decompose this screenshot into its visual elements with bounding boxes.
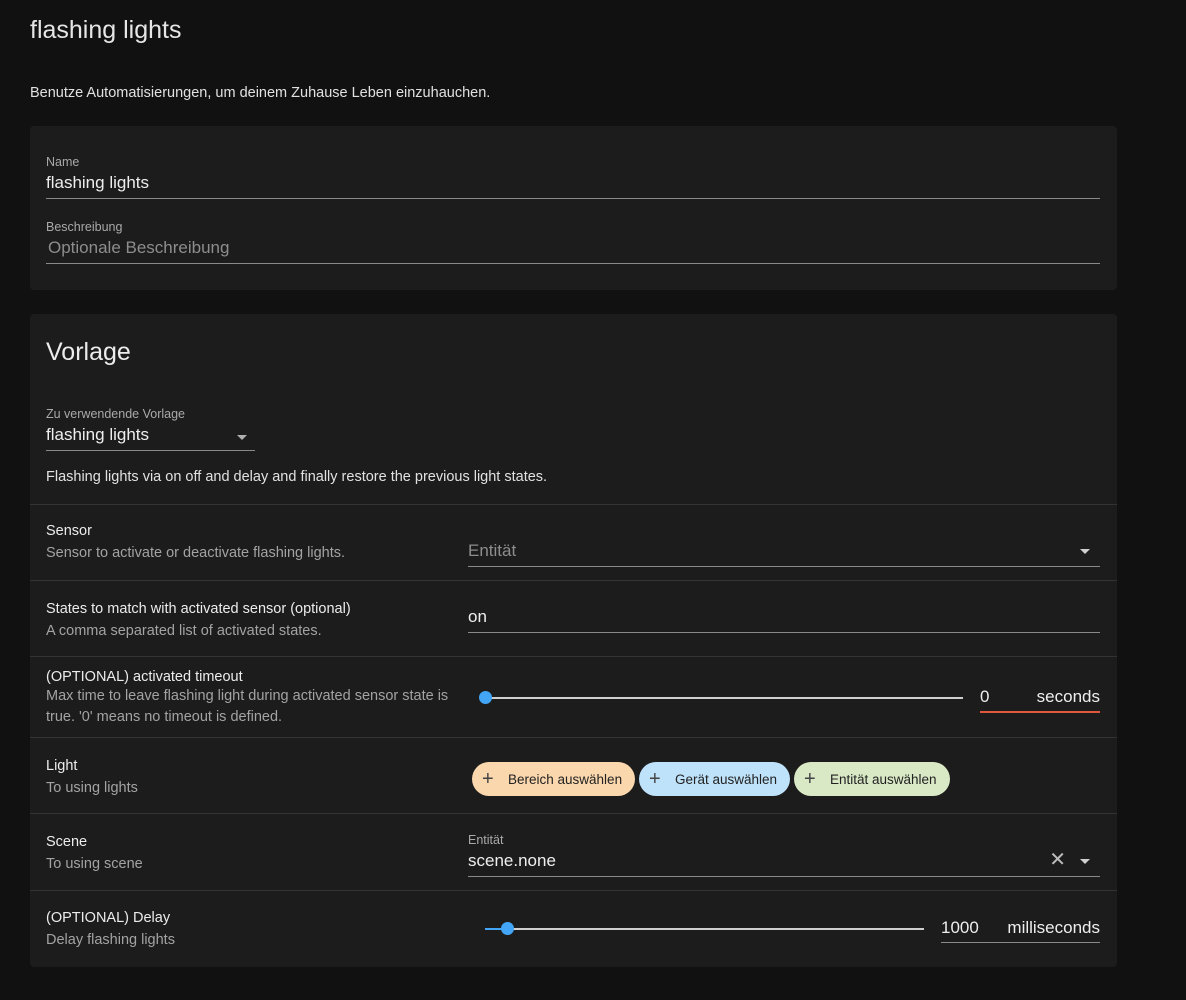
timeout-value[interactable]: 0: [980, 687, 989, 707]
page-title: flashing lights: [30, 16, 182, 44]
description-label: Beschreibung: [46, 220, 123, 234]
light-title: Light: [46, 758, 78, 774]
choose-area-chip[interactable]: + Bereich auswählen: [472, 762, 636, 796]
timeout-slider-thumb[interactable]: [479, 691, 492, 704]
timeout-number-field[interactable]: 0 seconds: [980, 687, 1100, 713]
sensor-title: Sensor: [46, 523, 92, 539]
choose-entity-chip[interactable]: + Entität auswählen: [794, 762, 950, 796]
delay-slider-track[interactable]: [485, 928, 924, 930]
scene-subtitle: To using scene: [46, 856, 143, 872]
plus-icon: +: [482, 768, 494, 790]
delay-unit: milliseconds: [1007, 918, 1100, 937]
blueprint-card: Vorlage Zu verwendende Vorlage flashing …: [30, 314, 1117, 967]
blueprint-select-value[interactable]: flashing lights: [46, 425, 255, 451]
scene-entity-input[interactable]: scene.none ✕: [468, 850, 1100, 877]
input-row-timeout: (OPTIONAL) activated timeout Max time to…: [30, 656, 1117, 737]
input-row-scene: Scene To using scene Entität scene.none …: [30, 813, 1117, 890]
blueprint-section-title: Vorlage: [46, 338, 131, 366]
blueprint-description: Flashing lights via on off and delay and…: [46, 469, 548, 485]
input-row-delay: (OPTIONAL) Delay Delay flashing lights 1…: [30, 890, 1117, 967]
blueprint-select[interactable]: Zu verwendende Vorlage flashing lights: [46, 407, 255, 451]
scene-title: Scene: [46, 834, 88, 850]
plus-icon: +: [804, 768, 816, 790]
scene-label: Entität: [468, 833, 504, 847]
plus-icon: +: [649, 768, 661, 790]
chevron-down-icon[interactable]: [1080, 859, 1090, 864]
name-field[interactable]: Name flashing lights: [46, 155, 1100, 199]
states-title: States to match with activated sensor (o…: [46, 601, 351, 617]
choose-device-chip[interactable]: + Gerät auswählen: [639, 762, 791, 796]
description-field[interactable]: Beschreibung Optionale Beschreibung: [46, 220, 1100, 264]
choose-device-label: Gerät auswählen: [675, 771, 778, 787]
choose-area-label: Bereich auswählen: [508, 771, 623, 787]
blueprint-select-text: flashing lights: [46, 425, 150, 444]
chevron-down-icon[interactable]: [1080, 549, 1090, 554]
sensor-entity-placeholder: Entität: [468, 541, 517, 560]
states-subtitle: A comma separated list of activated stat…: [46, 623, 322, 639]
delay-subtitle: Delay flashing lights: [46, 932, 175, 948]
sensor-subtitle: Sensor to activate or deactivate flashin…: [46, 545, 346, 561]
close-icon[interactable]: ✕: [1049, 850, 1066, 870]
timeout-slider-track[interactable]: [485, 697, 963, 699]
name-input[interactable]: flashing lights: [46, 173, 1100, 199]
timeout-unit: seconds: [1036, 687, 1100, 706]
blueprint-select-label: Zu verwendende Vorlage: [46, 407, 185, 421]
choose-entity-label: Entität auswählen: [830, 771, 937, 787]
sensor-entity-picker[interactable]: Entität: [468, 541, 1100, 567]
delay-number-field[interactable]: 1000 milliseconds: [941, 918, 1100, 943]
name-label: Name: [46, 155, 80, 169]
scene-value: scene.none: [468, 851, 556, 870]
sensor-entity-input[interactable]: Entität: [468, 541, 1100, 567]
light-subtitle: To using lights: [46, 780, 138, 796]
scene-entity-picker[interactable]: Entität scene.none ✕: [468, 833, 1100, 877]
intro-text: Benutze Automatisierungen, um deinem Zuh…: [30, 85, 491, 101]
delay-slider-thumb[interactable]: [500, 922, 514, 935]
timeout-title: (OPTIONAL) activated timeout: [46, 669, 243, 685]
input-row-states: States to match with activated sensor (o…: [30, 580, 1117, 656]
states-text-field[interactable]: on: [468, 607, 1100, 633]
delay-title: (OPTIONAL) Delay: [46, 910, 171, 926]
input-row-sensor: Sensor Sensor to activate or deactivate …: [30, 504, 1117, 580]
description-input[interactable]: Optionale Beschreibung: [46, 238, 1100, 264]
delay-value[interactable]: 1000: [941, 918, 979, 938]
chevron-down-icon[interactable]: [237, 435, 247, 440]
timeout-subtitle: Max time to leave flashing light during …: [46, 688, 449, 725]
states-input[interactable]: on: [468, 607, 1100, 633]
automation-info-card: Name flashing lights Beschreibung Option…: [30, 126, 1117, 290]
input-row-light: Light To using lights + Bereich auswähle…: [30, 737, 1117, 813]
